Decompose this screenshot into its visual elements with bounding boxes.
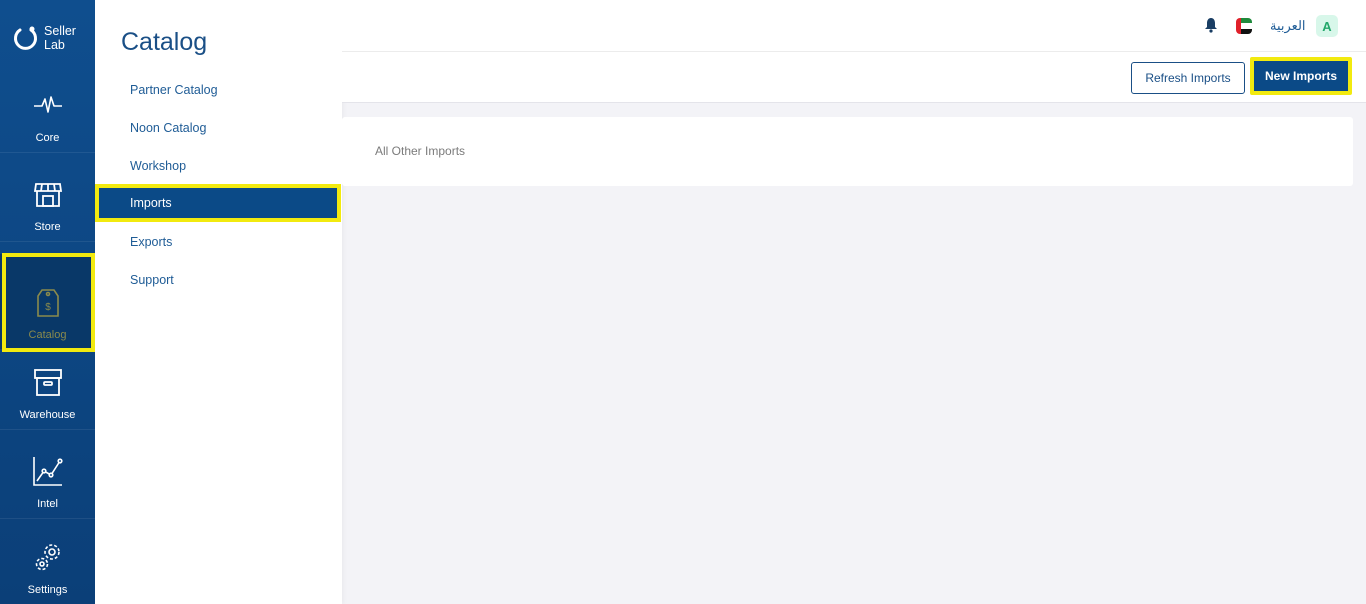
rail-item-core[interactable]: Core — [0, 65, 95, 153]
imports-card: All Other Imports — [342, 117, 1353, 186]
seller-lab-logo[interactable]: Seller Lab — [12, 22, 76, 54]
language-switch[interactable]: العربية — [1270, 18, 1306, 34]
flyout-title: Catalog — [121, 28, 208, 56]
main-rail: Seller Lab Core Store $ Catalog Warehous… — [0, 0, 95, 604]
gears-icon — [31, 540, 65, 574]
top-header: العربية A — [342, 0, 1366, 52]
avatar[interactable]: A — [1316, 15, 1338, 37]
box-icon — [31, 365, 65, 399]
line-chart-icon — [31, 454, 65, 488]
store-icon — [31, 177, 65, 211]
logo-icon — [14, 26, 37, 50]
rail-item-settings[interactable]: Settings — [0, 516, 95, 604]
rail-item-catalog[interactable]: $ Catalog — [0, 254, 95, 350]
menu-item-support[interactable]: Support — [95, 261, 342, 299]
rail-item-warehouse[interactable]: Warehouse — [0, 342, 95, 430]
logo-text: Seller Lab — [44, 24, 76, 52]
tab-all-other-imports[interactable]: All Other Imports — [375, 144, 465, 158]
menu-item-noon-catalog[interactable]: Noon Catalog — [95, 109, 342, 147]
activity-icon — [31, 88, 65, 122]
logo-line-1: Seller — [44, 24, 76, 38]
rail-label-warehouse: Warehouse — [19, 409, 76, 421]
menu-item-exports[interactable]: Exports — [95, 223, 342, 261]
refresh-imports-button[interactable]: Refresh Imports — [1131, 62, 1245, 94]
rail-label-intel: Intel — [37, 498, 58, 510]
logo-line-2: Lab — [44, 38, 65, 52]
rail-label-store: Store — [34, 221, 61, 233]
rail-label-core: Core — [35, 132, 60, 144]
new-imports-button[interactable]: New Imports — [1250, 57, 1352, 95]
price-tag-icon: $ — [31, 285, 65, 319]
menu-item-workshop[interactable]: Workshop — [95, 147, 342, 185]
svg-text:$: $ — [45, 302, 51, 313]
rail-label-settings: Settings — [27, 584, 68, 596]
menu-item-imports[interactable]: Imports — [95, 184, 341, 222]
rail-label-catalog: Catalog — [28, 329, 67, 341]
action-bar: Refresh Imports New Imports — [342, 52, 1366, 103]
catalog-flyout: Catalog Partner Catalog Noon Catalog Wor… — [95, 0, 342, 604]
bell-icon[interactable] — [1204, 17, 1218, 33]
rail-item-store[interactable]: Store — [0, 154, 95, 242]
menu-item-partner-catalog[interactable]: Partner Catalog — [95, 71, 342, 109]
uae-flag-icon[interactable] — [1236, 18, 1252, 34]
rail-item-intel[interactable]: Intel — [0, 431, 95, 519]
